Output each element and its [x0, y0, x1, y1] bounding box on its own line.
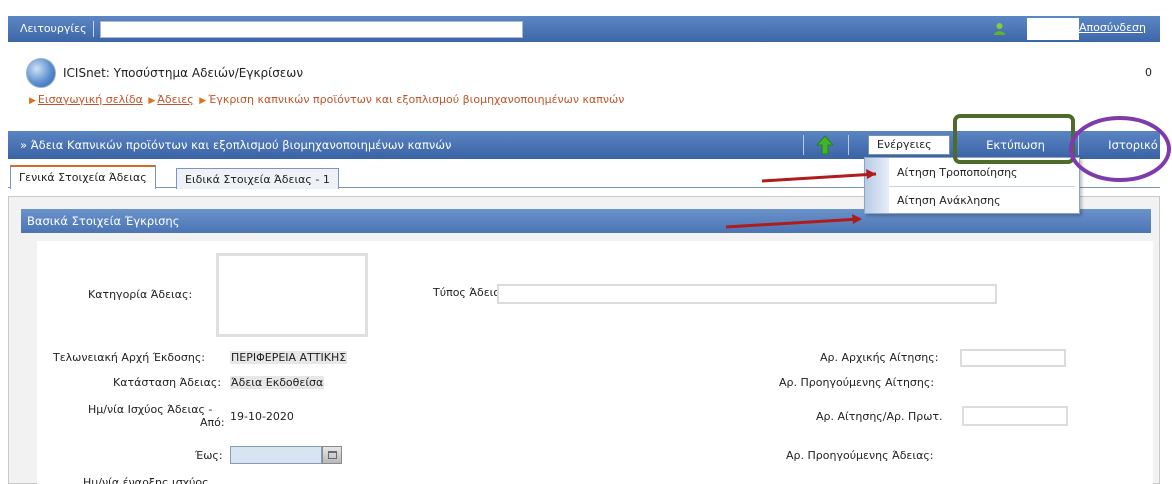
globe-icon [26, 58, 56, 88]
details-panel: Βασικά Στοιχεία Έγκρισης [8, 196, 1160, 484]
breadcrumb-current: Έγκριση καπνικών προϊόντων και εξοπλισμο… [208, 93, 625, 106]
previous-permit-label: Αρ. Προηγούμενης Άδειας: [786, 449, 934, 462]
category-label: Κατηγορία Άδειας: [88, 288, 193, 301]
tab-special-details[interactable]: Ειδικά Στοιχεία Άδειας - 1 [176, 168, 339, 189]
section-title: » Άδεια Καπνικών προϊόντων και εξοπλισμο… [20, 138, 452, 152]
menu-gutter [865, 158, 889, 213]
initial-application-label: Αρ. Αρχικής Αίτησης: [820, 351, 939, 364]
application-protocol-field[interactable] [962, 406, 1068, 426]
notification-count: 0 [1145, 66, 1152, 79]
menu-search-field[interactable] [99, 20, 523, 38]
logout-link[interactable]: Αποσύνδεση [1079, 21, 1146, 34]
user-icon [994, 23, 1005, 35]
toolbar-separator [803, 135, 804, 155]
until-date-input[interactable] [230, 446, 322, 464]
print-button[interactable]: Εκτύπωση [973, 131, 1058, 159]
validity-from-label: Από: [200, 416, 225, 429]
app-title: ICISnet: Υποσύστημα Αδειών/Εγκρίσεων [63, 66, 304, 80]
actions-button[interactable]: Ενέργειες [868, 135, 950, 155]
menu-item-revocation-request[interactable]: Αίτηση Ανάκλησης [897, 194, 1001, 207]
validity-label: Ημ/νία Ισχύος Άδειας - [88, 403, 213, 416]
breadcrumb: ▶ Εισαγωγική σελίδα ▶ Άδειες ▶ Έγκριση καπν… [27, 93, 624, 106]
previous-application-label: Αρ. Προηγούμενης Αίτησης: [779, 376, 935, 389]
app-header: ICISnet: Υποσύστημα Αδειών/Εγκρίσεων 0 ▶… [8, 42, 1160, 130]
history-button[interactable]: Ιστορικό [1098, 131, 1168, 159]
calendar-icon[interactable] [322, 446, 342, 464]
initial-application-field[interactable] [960, 349, 1066, 367]
functions-menu[interactable]: Λειτουργίες [8, 21, 94, 37]
section-title-bar: » Άδεια Καπνικών προϊόντων και εξοπλισμο… [8, 131, 1160, 159]
breadcrumb-arrow-icon: ▶ [199, 96, 207, 106]
validity-from-value: 19-10-2020 [230, 410, 294, 423]
green-up-arrow-icon[interactable] [815, 135, 835, 155]
toolbar-separator [1078, 135, 1079, 155]
actions-dropdown-menu: Αίτηση Τροποποίησης Αίτηση Ανάκλησης [864, 157, 1080, 214]
username-box [1027, 18, 1079, 40]
authority-value: ΠΕΡΙΦΕΡΕΙΑ ΑΤΤΙΚΗΣ [230, 351, 348, 364]
toolbar-separator [848, 135, 849, 155]
type-field[interactable] [497, 284, 997, 304]
menu-item-amendment-request[interactable]: Αίτηση Τροποποίησης [897, 166, 1018, 179]
until-label: Έως: [195, 449, 223, 462]
breadcrumb-permits-link[interactable]: Άδειες [157, 93, 193, 106]
menu-divider [889, 186, 1075, 187]
start-date-label: Ημ/νία έναρξης ισχύος [83, 476, 209, 484]
status-label: Κατάσταση Άδειας: [113, 376, 222, 389]
authority-label: Τελωνειακή Αρχή Έκδοσης: [53, 351, 205, 364]
breadcrumb-arrow-icon: ▶ [29, 96, 36, 106]
category-field[interactable] [216, 253, 368, 337]
breadcrumb-arrow-icon: ▶ [148, 96, 156, 106]
breadcrumb-home-link[interactable]: Εισαγωγική σελίδα [38, 93, 143, 106]
status-value: Άδεια Εκδοθείσα [230, 376, 325, 389]
top-menu-bar: Λειτουργίες Αποσύνδεση [8, 16, 1160, 42]
application-protocol-label: Αρ. Αίτησης/Αρ. Πρωτ. [816, 410, 943, 423]
tab-general-details[interactable]: Γενικά Στοιχεία Άδειας [10, 165, 156, 189]
